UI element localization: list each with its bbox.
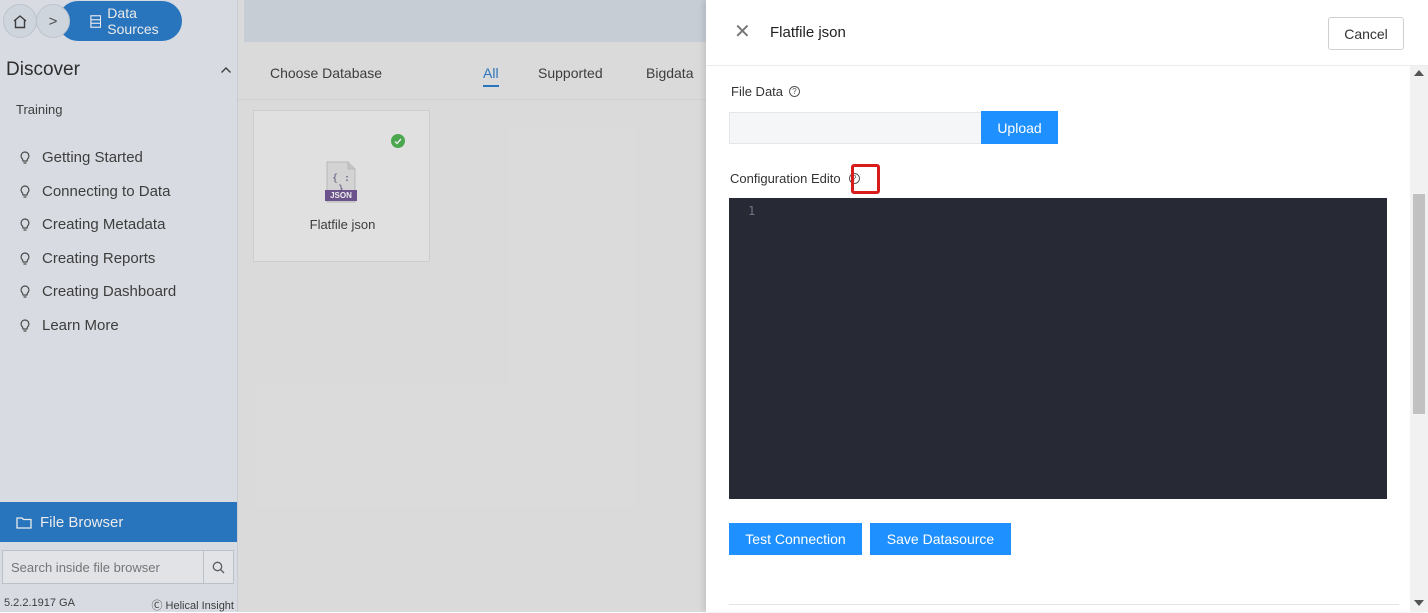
database-tabs: Choose Database All Supported Bigdata <box>238 42 708 100</box>
json-file-icon: { : } JSON <box>324 161 358 203</box>
scroll-up-icon[interactable] <box>1414 70 1424 76</box>
database-card-label: Flatfile json <box>309 217 376 232</box>
tab-bigdata[interactable]: Bigdata <box>646 65 693 81</box>
panel-header: ✕ Flatfile json Cancel <box>706 0 1428 66</box>
file-browser-search <box>2 550 234 584</box>
training-label: Training <box>16 102 63 117</box>
discover-header[interactable]: Discover <box>6 58 232 82</box>
discover-title: Discover <box>6 59 80 80</box>
choose-database-label: Choose Database <box>270 65 383 81</box>
breadcrumb-arrow[interactable]: > <box>36 4 70 38</box>
search-icon <box>212 561 225 573</box>
bulb-icon <box>20 319 30 332</box>
sidebar-footer: 5.2.2.1917 GA Ⓒ Helical Insight <box>4 597 234 613</box>
file-browser-label: File Browser <box>40 513 124 531</box>
file-data-label: File Data ? <box>731 84 801 99</box>
file-browser-button[interactable]: File Browser <box>0 502 237 542</box>
database-icon <box>90 14 101 28</box>
breadcrumb: Data Sources > <box>0 0 238 42</box>
database-card-flatfile-json[interactable]: { : } JSON Flatfile json <box>253 110 430 262</box>
nav-item-creating-dashboard[interactable]: Creating Dashboard <box>20 275 176 309</box>
nav-item-getting-started[interactable]: Getting Started <box>20 141 176 175</box>
nav-item-connecting-to-data[interactable]: Connecting to Data <box>20 175 176 209</box>
bulb-icon <box>20 151 30 164</box>
check-icon <box>391 134 405 148</box>
breadcrumb-data-sources[interactable]: Data Sources <box>58 1 182 41</box>
chevron-right-icon: > <box>48 12 58 30</box>
panel-title: Flatfile json <box>770 24 846 41</box>
home-button[interactable] <box>3 4 37 38</box>
tab-all[interactable]: All <box>483 65 499 87</box>
file-data-input[interactable] <box>729 112 981 144</box>
breadcrumb-data-sources-label: Data Sources <box>107 5 159 37</box>
bulb-icon <box>20 285 30 298</box>
configuration-editor-label: Configuration Edito ? <box>730 171 860 186</box>
save-datasource-button[interactable]: Save Datasource <box>870 523 1011 555</box>
tab-supported[interactable]: Supported <box>538 65 603 81</box>
bulb-icon <box>20 218 30 231</box>
file-browser-search-input[interactable] <box>3 551 203 583</box>
scroll-down-icon[interactable] <box>1414 600 1424 606</box>
nav-item-creating-metadata[interactable]: Creating Metadata <box>20 208 176 242</box>
copyright-text: Ⓒ Helical Insight <box>151 600 234 612</box>
divider <box>729 604 1399 605</box>
help-icon[interactable]: ? <box>789 86 801 97</box>
line-number: 1 <box>748 204 756 218</box>
left-sidebar: Data Sources > Discover Training Getting… <box>0 0 238 612</box>
training-list: Getting Started Connecting to Data Creat… <box>20 141 176 342</box>
test-connection-button[interactable]: Test Connection <box>729 523 862 555</box>
chevron-up-icon[interactable] <box>220 66 232 74</box>
highlight-box <box>851 164 880 194</box>
upload-button[interactable]: Upload <box>981 111 1058 144</box>
bulb-icon <box>20 185 30 198</box>
search-button[interactable] <box>203 551 233 583</box>
cancel-button[interactable]: Cancel <box>1328 17 1404 50</box>
configuration-editor[interactable]: 1 <box>729 198 1387 499</box>
folder-icon <box>16 516 32 529</box>
version-text: 5.2.2.1917 GA <box>4 597 75 609</box>
main-top-bar <box>244 0 714 42</box>
home-icon <box>13 14 27 28</box>
close-icon[interactable]: ✕ <box>734 22 751 42</box>
panel-scrollbar[interactable] <box>1410 66 1428 612</box>
datasource-panel: ✕ Flatfile json Cancel File Data ? Uploa… <box>706 0 1428 612</box>
nav-item-learn-more[interactable]: Learn More <box>20 309 176 343</box>
main-area: Choose Database All Supported Bigdata { … <box>238 0 714 612</box>
json-badge: JSON <box>330 191 352 200</box>
scroll-thumb[interactable] <box>1413 194 1425 414</box>
nav-item-creating-reports[interactable]: Creating Reports <box>20 242 176 276</box>
bulb-icon <box>20 252 30 265</box>
